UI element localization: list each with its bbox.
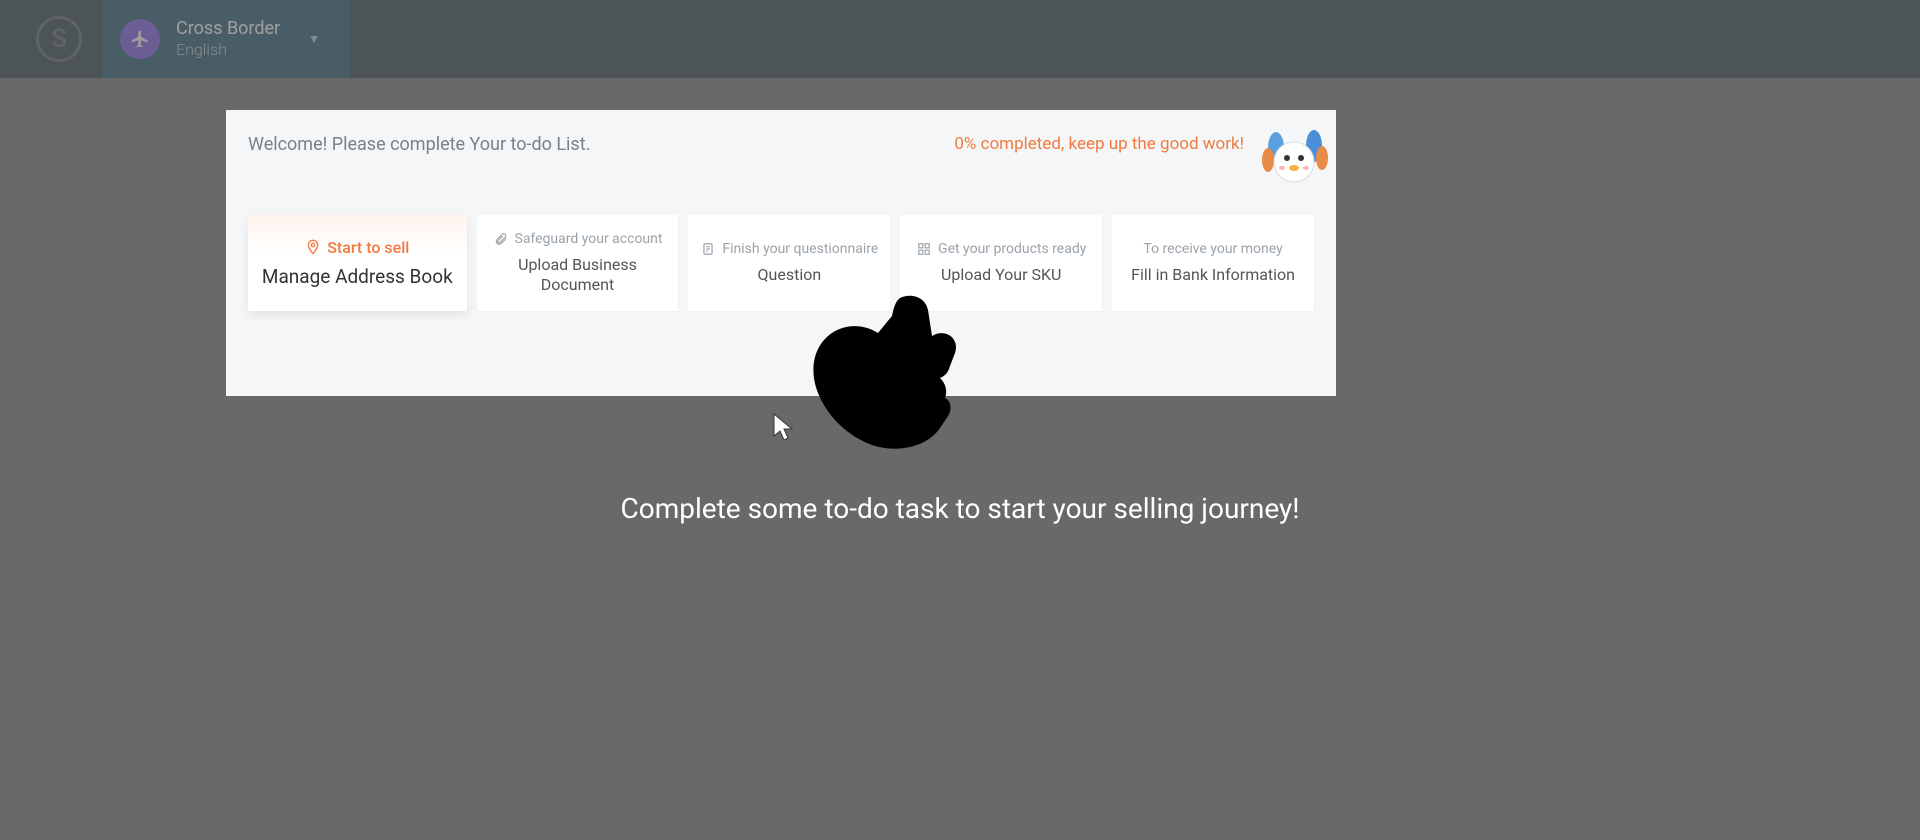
task-card-safeguard[interactable]: Safeguard your account Upload Business D… <box>477 215 679 311</box>
task-category-label: Finish your questionnaire <box>722 241 878 257</box>
task-action-label: Fill in Bank Information <box>1131 265 1295 285</box>
task-action-label: Manage Address Book <box>262 265 453 289</box>
task-category-label: To receive your money <box>1143 241 1282 257</box>
mascot-icon <box>1258 120 1330 188</box>
task-category-label: Get your products ready <box>938 241 1086 257</box>
task-action-label: Question <box>758 265 822 285</box>
cursor-icon <box>772 412 796 442</box>
task-category-label: Safeguard your account <box>515 231 663 247</box>
tasks-row: Start to sell Manage Address Book Safegu… <box>248 215 1314 311</box>
instruction-text: Complete some to-do task to start your s… <box>0 492 1920 525</box>
task-category-label: Start to sell <box>327 238 409 257</box>
clipboard-icon <box>700 241 716 257</box>
task-card-address[interactable]: Start to sell Manage Address Book <box>248 215 467 311</box>
grid-icon <box>916 241 932 257</box>
paperclip-icon <box>493 231 509 247</box>
task-action-label: Upload Your SKU <box>941 265 1061 285</box>
progress-message: 0% completed, keep up the good work! <box>954 134 1244 154</box>
welcome-message: Welcome! Please complete Your to-do List… <box>248 134 590 155</box>
task-card-bank[interactable]: To receive your money Fill in Bank Infor… <box>1112 215 1314 311</box>
location-icon <box>305 239 321 255</box>
todo-card: Welcome! Please complete Your to-do List… <box>226 110 1336 396</box>
task-action-label: Upload Business Document <box>487 255 669 295</box>
pointing-hand-icon <box>800 288 970 458</box>
